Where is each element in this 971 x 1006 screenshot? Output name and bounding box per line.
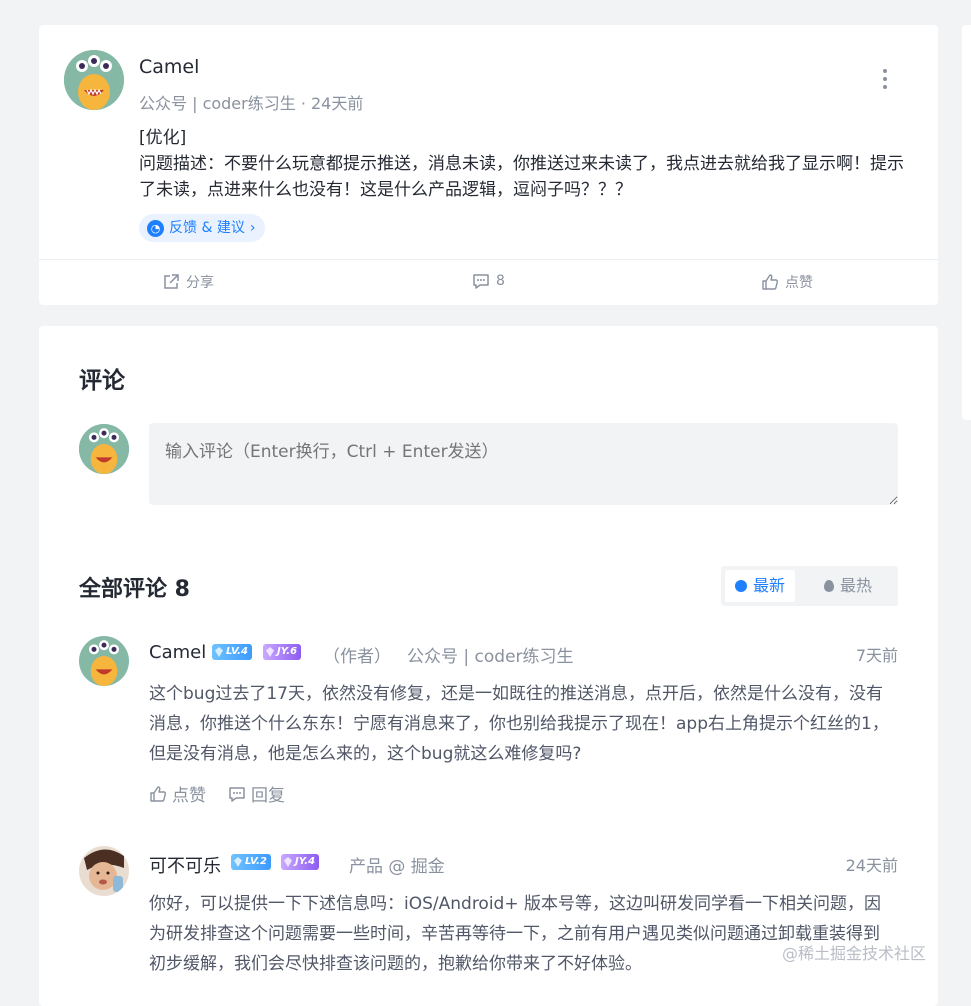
post-card: Camel 公众号 | coder练习生 · 24天前 [优化] 问题描述：不要…	[39, 25, 938, 305]
like-button[interactable]: 点赞	[761, 272, 813, 292]
share-button[interactable]: 分享	[162, 272, 214, 292]
commenter-avatar[interactable]	[79, 846, 129, 896]
sort-toggle: 最新 最热	[721, 566, 898, 606]
more-options-icon[interactable]	[875, 69, 895, 93]
jy-badge[interactable]: JY.6	[263, 644, 302, 660]
sort-hottest-button[interactable]: 最热	[814, 570, 882, 602]
level-badge[interactable]: LV.2	[231, 854, 271, 870]
sort-hottest-label: 最热	[840, 576, 873, 595]
comment-like-button[interactable]: 点赞	[149, 781, 206, 806]
sort-newest-label: 最新	[753, 576, 786, 595]
comment-text: 这个bug过去了17天，依然没有修复，还是一如既往的推送消息，点开后，依然是什么…	[149, 684, 889, 764]
comment-time: 7天前	[855, 646, 898, 665]
like-label: 点赞	[785, 275, 813, 291]
comment-reply-label: 回复	[251, 786, 285, 806]
comment-item: Camel LV.4 JY.6 （作者） 公众号 | coder练习生 7天前 …	[79, 636, 898, 816]
thumbs-up-icon	[762, 274, 779, 290]
jy-badge[interactable]: JY.4	[281, 854, 320, 870]
commenter-org: 产品 @ 掘金	[349, 857, 445, 877]
comment-time: 24天前	[845, 856, 898, 875]
author-name[interactable]: Camel	[139, 56, 199, 78]
current-user-avatar	[79, 424, 129, 474]
sidebar-panel	[962, 25, 971, 420]
comments-title: 评论	[79, 368, 125, 394]
author-label: （作者）	[323, 647, 391, 667]
comment-like-label: 点赞	[172, 786, 206, 806]
comment-actions: 点赞 回复	[149, 781, 285, 806]
fire-icon	[824, 580, 834, 592]
comment-input[interactable]	[149, 423, 898, 505]
topic-icon: ◔	[147, 219, 164, 237]
sort-newest-button[interactable]: 最新	[725, 570, 796, 602]
topic-tag-label: 反馈 & 建议	[169, 220, 245, 236]
comment-text: 你好，可以提供一下下述信息吗：iOS/Android+ 版本号等，这边叫研发同学…	[149, 894, 881, 974]
watermark: @稀土掘金技术社区	[782, 944, 927, 963]
comment-item: 可不可乐 LV.2 JY.4 产品 @ 掘金 24天前 你好，可以提供一下下述信…	[79, 846, 898, 996]
level-badge[interactable]: LV.4	[212, 644, 252, 660]
comment-reply-button[interactable]: 回复	[228, 781, 285, 806]
thumbs-up-icon	[150, 785, 167, 802]
divider	[39, 259, 938, 260]
chevron-right-icon: ›	[249, 220, 256, 236]
clock-icon	[735, 580, 747, 592]
commenter-avatar[interactable]	[79, 636, 129, 686]
commenter-name[interactable]: 可不可乐	[149, 852, 221, 878]
topic-tag[interactable]: ◔ 反馈 & 建议 ›	[139, 214, 266, 242]
comment-count: 8	[496, 273, 505, 289]
share-icon	[164, 274, 179, 289]
post-content: [优化] 问题描述：不要什么玩意都提示推送，消息未读，你推送过来未读了，我点进去…	[139, 125, 919, 203]
comment-icon	[229, 786, 245, 802]
commenter-org: 公众号 | coder练习生	[407, 647, 574, 667]
share-label: 分享	[186, 275, 214, 291]
comment-icon	[473, 274, 489, 289]
author-avatar[interactable]	[64, 50, 124, 110]
all-comments-title: 全部评论 8	[79, 577, 190, 602]
post-content-line: 问题描述：不要什么玩意都提示推送，消息未读，你推送过来未读了，我点进去就给我了显…	[139, 154, 904, 200]
author-meta: 公众号 | coder练习生 · 24天前	[139, 94, 364, 113]
comment-button[interactable]: 8	[472, 272, 505, 290]
post-content-line: [优化]	[139, 128, 187, 148]
comments-card: 评论 全部评论 8 最新 最热	[39, 326, 938, 1006]
commenter-name[interactable]: Camel	[149, 642, 206, 663]
